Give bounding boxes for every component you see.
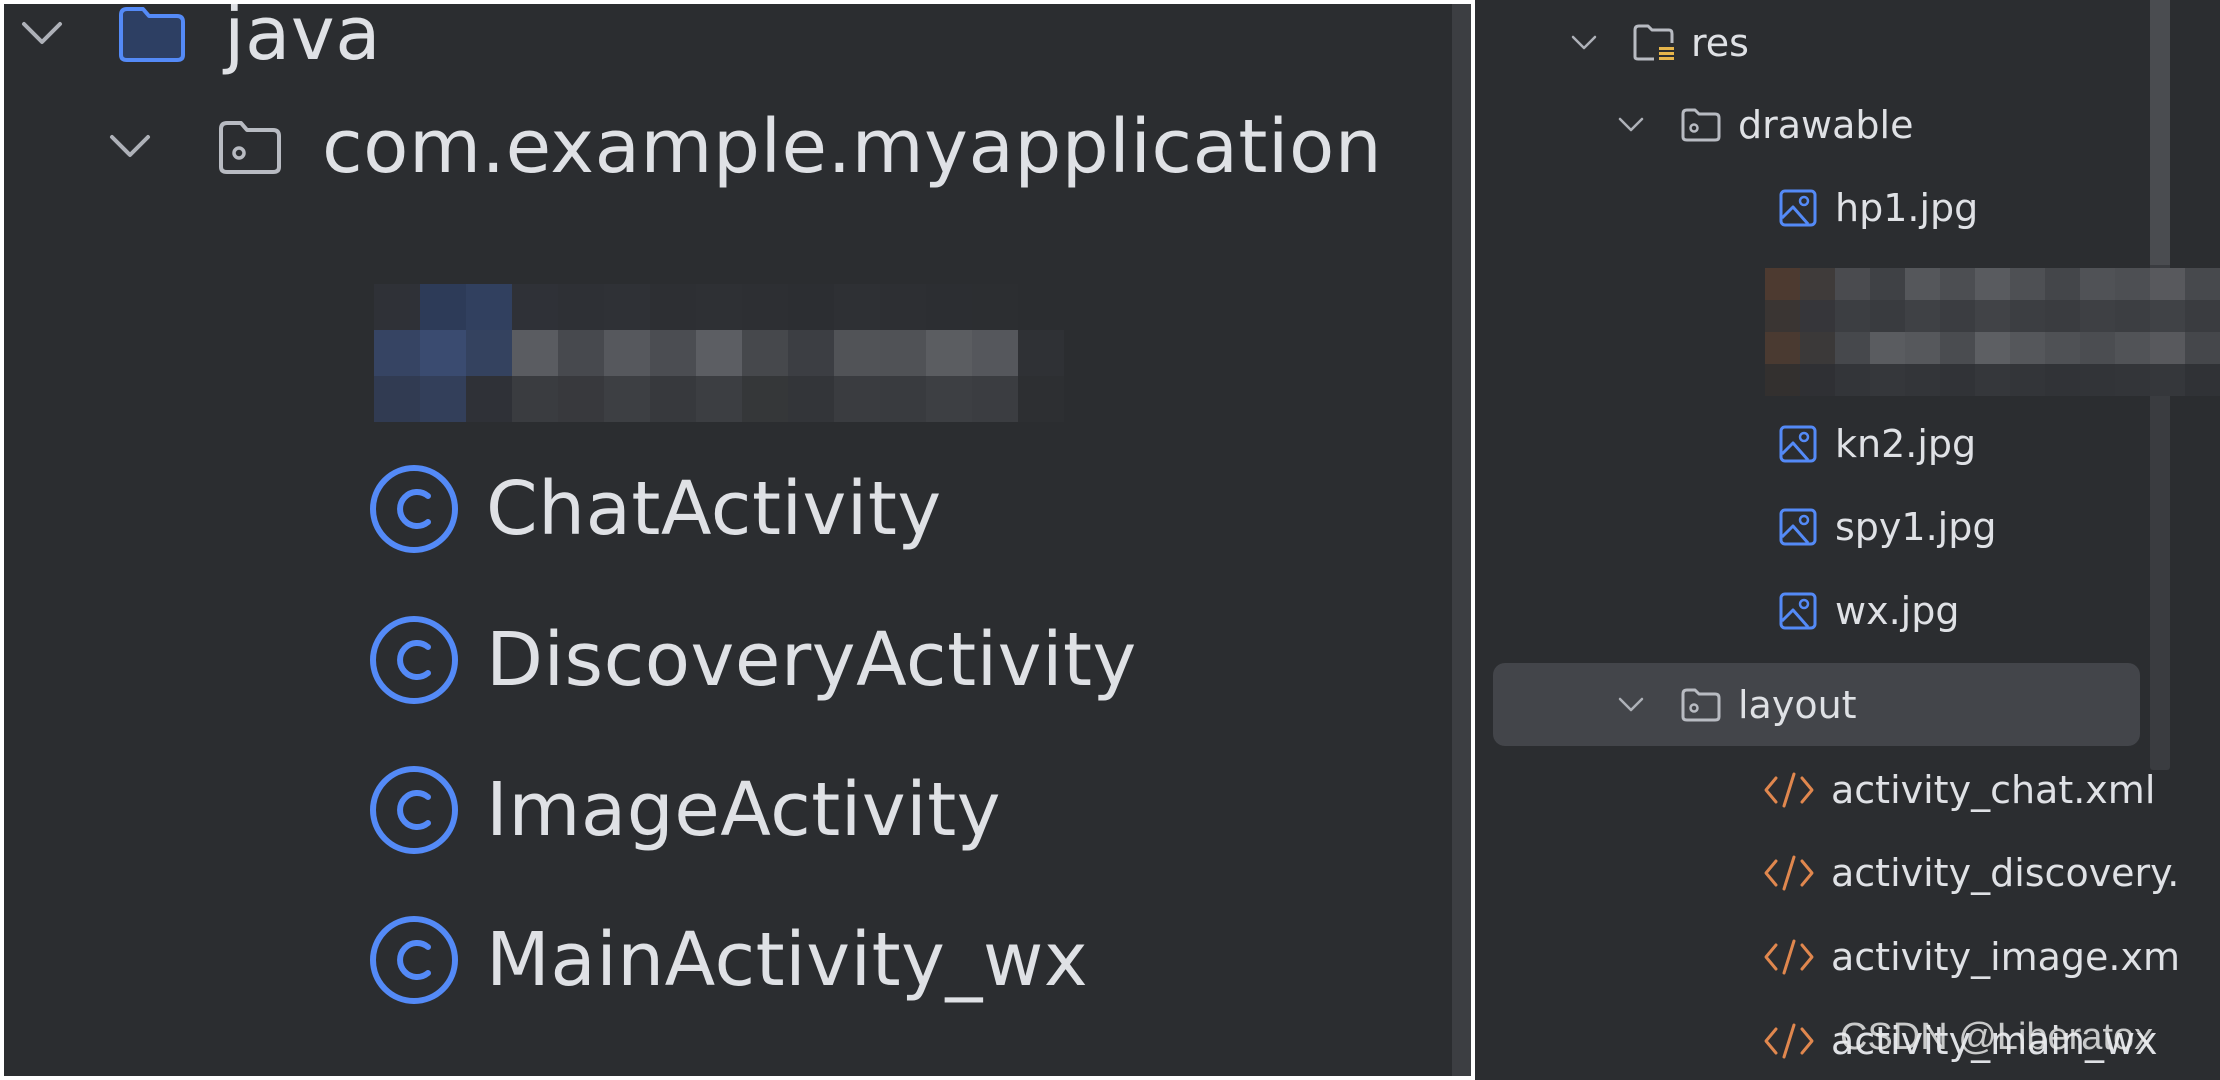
class-icon (366, 612, 462, 708)
tree-item-label: MainActivity_wx (486, 917, 1089, 1003)
chevron-down-icon[interactable] (1567, 26, 1601, 60)
image-file-icon (1775, 588, 1821, 634)
tree-item-label: activity_chat.xml (1831, 768, 2156, 812)
redacted-items (1765, 268, 2220, 398)
tree-item-package[interactable]: com.example.myapplication (100, 92, 1382, 202)
xml-file-icon (1761, 767, 1817, 813)
tree-item-file[interactable]: hp1.jpg (1775, 173, 1978, 243)
xml-file-icon (1761, 934, 1817, 980)
class-icon (366, 461, 462, 557)
tree-item-label: ChatActivity (486, 466, 942, 552)
tree-item-label: drawable (1738, 103, 1914, 147)
class-icon (366, 912, 462, 1008)
tree-item-label: wx.jpg (1835, 589, 1960, 633)
tree-item-label: res (1691, 21, 1749, 65)
tree-item-file[interactable]: spy1.jpg (1775, 492, 1996, 562)
tree-item-drawable[interactable]: drawable (1614, 90, 1913, 160)
image-file-icon (1775, 185, 1821, 231)
tree-item-file[interactable]: activity_image.xm (1761, 922, 2180, 992)
xml-file-icon (1761, 1018, 1817, 1064)
chevron-down-icon[interactable] (12, 4, 72, 64)
tree-item-layout[interactable]: layout (1614, 670, 1857, 740)
project-tree-right: res drawable hp1.jpg kn2.jpg spy1.jpg wx… (1475, 0, 2220, 1080)
redacted-item (374, 284, 1064, 422)
image-file-icon (1775, 504, 1821, 550)
package-icon (202, 99, 298, 195)
package-icon (1678, 102, 1724, 148)
tree-item-class[interactable]: ChatActivity (366, 454, 942, 564)
scrollbar[interactable] (1452, 4, 1471, 1076)
image-file-icon (1775, 421, 1821, 467)
resource-folder-icon (1631, 20, 1677, 66)
tree-item-label: activity_image.xm (1831, 935, 2181, 979)
tree-item-label: com.example.myapplication (322, 104, 1383, 190)
folder-icon (104, 4, 200, 82)
chevron-down-icon[interactable] (1614, 688, 1648, 722)
tree-item-label: activity_discovery. (1831, 851, 2180, 895)
tree-item-file[interactable]: activity_chat.xml (1761, 755, 2155, 825)
tree-item-label: ImageActivity (486, 767, 1001, 853)
tree-item-label: layout (1738, 683, 1857, 727)
tree-item-file[interactable]: wx.jpg (1775, 576, 1959, 646)
chevron-down-icon[interactable] (100, 117, 160, 177)
tree-item-java[interactable]: java (12, 4, 381, 89)
tree-item-res[interactable]: res (1567, 8, 1749, 78)
scrollbar-thumb[interactable] (2150, 0, 2170, 265)
watermark: CSDN @Liberatox (1840, 1016, 2154, 1058)
tree-item-class[interactable]: MainActivity_wx (366, 905, 1088, 1015)
tree-item-label: spy1.jpg (1835, 505, 1997, 549)
xml-file-icon (1761, 850, 1817, 896)
tree-item-label: hp1.jpg (1835, 186, 1979, 230)
package-icon (1678, 682, 1724, 728)
tree-item-file[interactable]: kn2.jpg (1775, 409, 1976, 479)
tree-item-class[interactable]: ImageActivity (366, 755, 1001, 865)
tree-item-label: java (224, 4, 382, 77)
chevron-down-icon[interactable] (1614, 108, 1648, 142)
tree-item-label: kn2.jpg (1835, 422, 1977, 466)
tree-item-class[interactable]: DiscoveryActivity (366, 605, 1137, 715)
tree-item-label: DiscoveryActivity (486, 617, 1137, 703)
class-icon (366, 762, 462, 858)
tree-item-file[interactable]: activity_discovery. (1761, 838, 2179, 908)
project-tree-left: java com.example.myapplication ChatActiv… (4, 4, 1454, 1076)
